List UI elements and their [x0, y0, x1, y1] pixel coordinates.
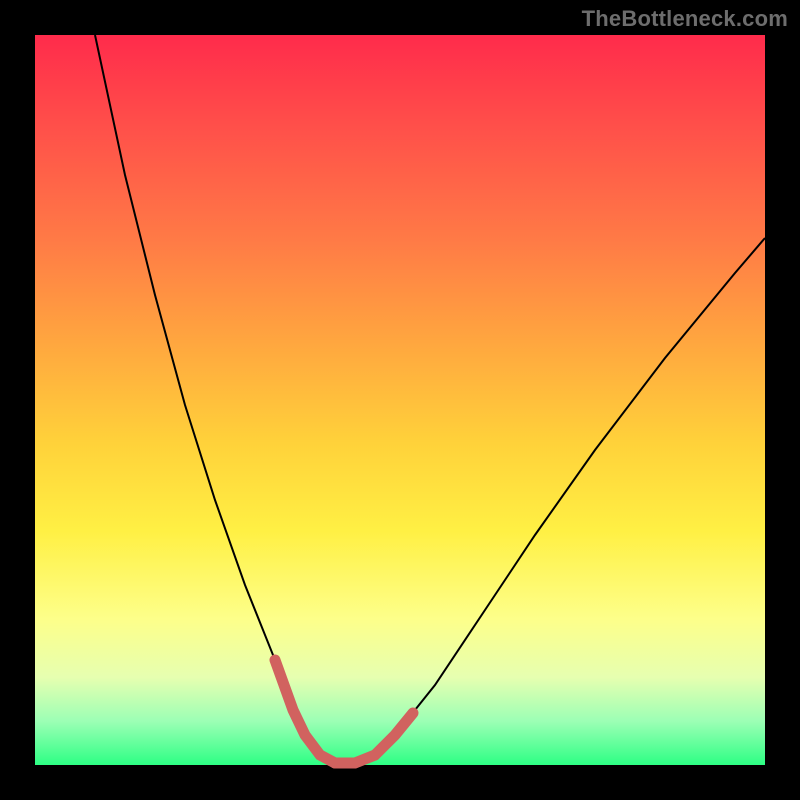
chart-frame: TheBottleneck.com — [0, 0, 800, 800]
series-group — [95, 35, 765, 763]
series-highlight-left — [275, 660, 335, 763]
series-highlight-right — [375, 713, 413, 755]
series-bottleneck-curve — [95, 35, 765, 763]
watermark-label: TheBottleneck.com — [582, 6, 788, 32]
series-highlight-bottom — [335, 755, 375, 763]
chart-svg — [35, 35, 765, 765]
